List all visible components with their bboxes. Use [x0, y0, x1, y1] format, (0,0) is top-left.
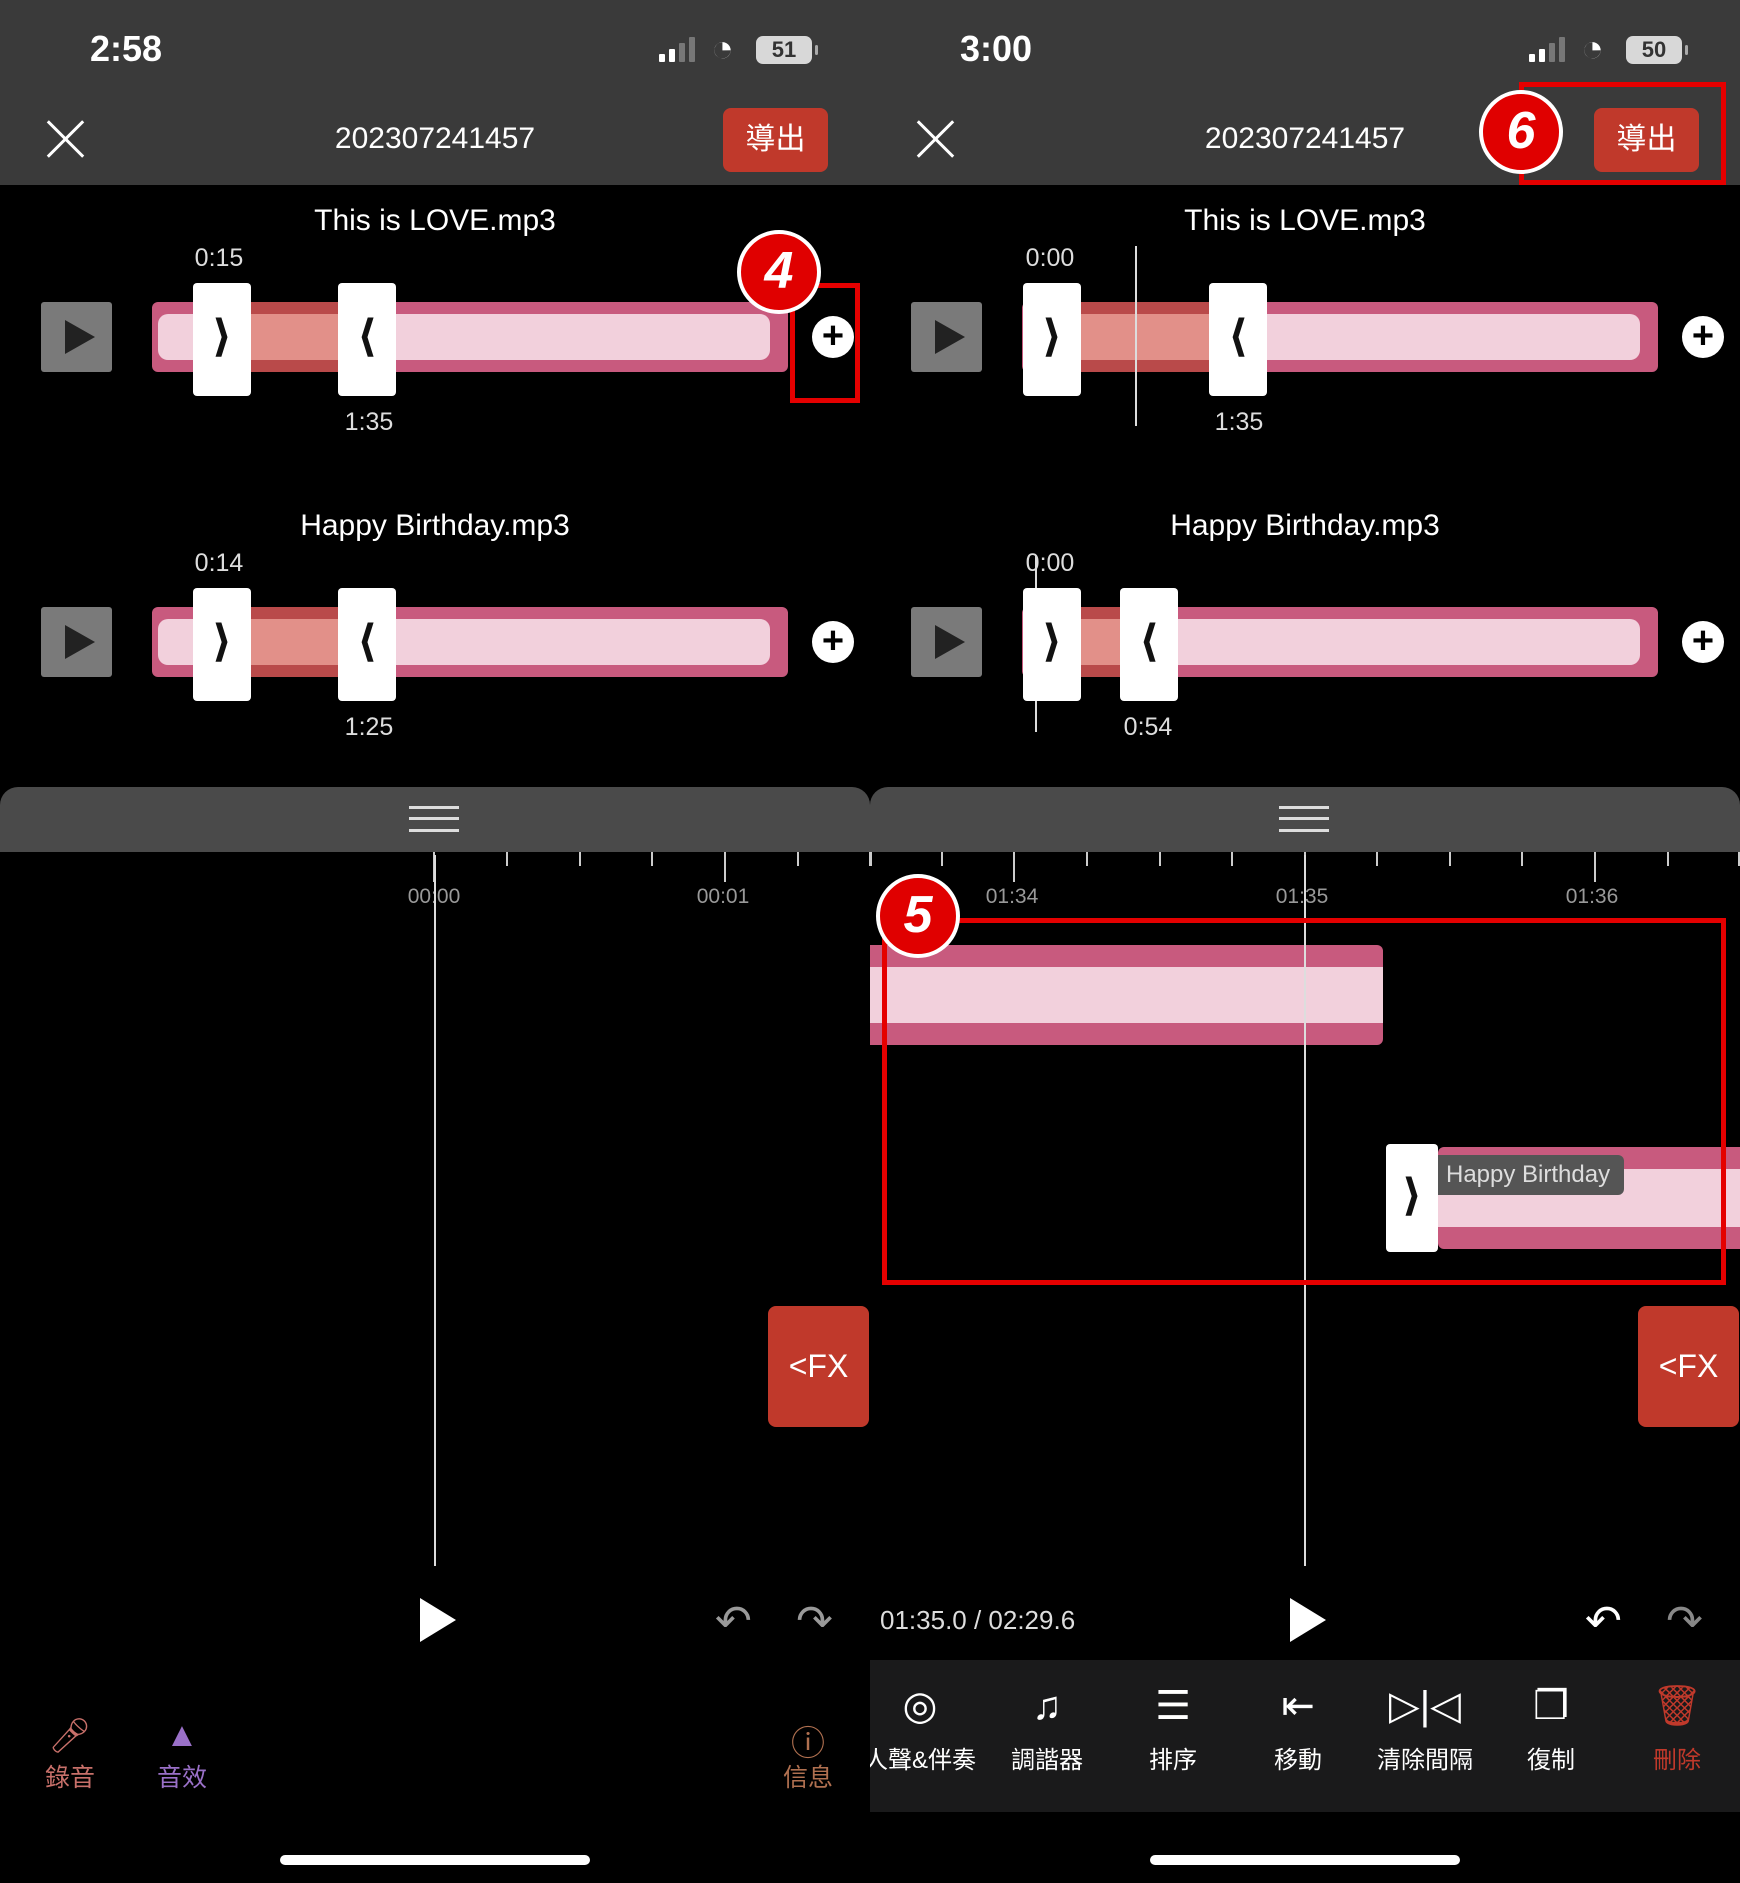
track-title: This is LOVE.mp3 — [314, 204, 556, 237]
tool-tuner[interactable]: ♫ 調諧器 — [982, 1680, 1112, 1775]
trim-end-handle[interactable]: ⟨ — [338, 588, 396, 701]
trim-end-handle[interactable]: ⟨ — [1209, 283, 1267, 396]
track-start-time: 0:00 — [1025, 244, 1075, 272]
ruler-label: 00:01 — [696, 885, 750, 908]
vocal-disc-icon: ◎ — [902, 1684, 938, 1728]
playhead[interactable] — [434, 855, 436, 1566]
track-title: Happy Birthday.mp3 — [1170, 509, 1440, 542]
track-end-time: 1:35 — [1214, 408, 1264, 436]
add-track-button[interactable]: + — [812, 621, 854, 663]
ruler-label: 01:34 — [985, 885, 1039, 908]
trim-end-handle[interactable]: ⟨ — [338, 283, 396, 396]
copy-icon: ❐ — [1533, 1684, 1569, 1728]
track-play-button[interactable] — [911, 302, 982, 372]
play-button[interactable] — [420, 1598, 456, 1642]
trim-end-handle[interactable]: ⟨ — [1120, 588, 1178, 701]
trim-start-handle[interactable]: ⟩ — [193, 588, 251, 701]
home-indicator — [280, 1855, 590, 1865]
track-start-time: 0:15 — [194, 244, 244, 272]
trim-start-handle[interactable]: ⟩ — [1023, 588, 1081, 701]
redo-icon[interactable]: ↷ — [796, 1596, 833, 1647]
fx-button[interactable]: <FX — [1638, 1306, 1739, 1427]
trim-start-handle[interactable]: ⟩ — [1023, 283, 1081, 396]
track-end-time: 1:35 — [344, 408, 394, 436]
add-track-button[interactable]: + — [1682, 316, 1724, 358]
playback-position: 01:35.0 / 02:29.6 — [880, 1605, 1076, 1635]
battery-icon: 51 — [756, 36, 818, 64]
tool-remove-gap[interactable]: ▷|◁ 清除間隔 — [1360, 1680, 1490, 1775]
tool-vocal-accompaniment[interactable]: ◎ 人聲&伴奏 — [870, 1680, 985, 1775]
numbered-list-icon: ☰ — [1155, 1684, 1191, 1728]
tool-delete[interactable]: 🗑︎ 刪除 — [1612, 1680, 1740, 1775]
fx-button[interactable]: <FX — [768, 1306, 869, 1427]
tab-info[interactable]: ⓘ 信息 — [783, 1716, 833, 1794]
microphone-icon: 🎤︎ — [48, 1717, 92, 1755]
status-time: 2:58 — [90, 28, 163, 69]
flame-icon: ▲ — [165, 1716, 199, 1754]
menu-lines-icon[interactable] — [1279, 806, 1329, 832]
tool-sort[interactable]: ☰ 排序 — [1108, 1680, 1238, 1775]
step-badge: 4 — [737, 230, 821, 314]
highlight-box — [882, 918, 1726, 1285]
step-badge: 5 — [876, 874, 960, 958]
track-play-button[interactable] — [911, 607, 982, 677]
track-title: Happy Birthday.mp3 — [300, 509, 570, 542]
home-indicator — [1150, 1855, 1460, 1865]
music-notes-icon: ♫ — [1032, 1684, 1062, 1728]
right-screen: 3:00 ◔ 50 202307241457 導出 This is LOVE.m… — [870, 0, 1740, 1883]
tool-copy[interactable]: ❐ 復制 — [1486, 1680, 1616, 1775]
track-end-time: 1:25 — [344, 713, 394, 741]
play-button[interactable] — [1290, 1598, 1326, 1642]
track-start-time: 0:00 — [1025, 549, 1075, 577]
track-play-button[interactable] — [41, 302, 112, 372]
track-start-time: 0:14 — [194, 549, 244, 577]
status-time: 3:00 — [960, 28, 1033, 69]
undo-icon[interactable]: ↶ — [1585, 1596, 1622, 1647]
track-play-button[interactable] — [41, 607, 112, 677]
trash-icon: 🗑︎ — [1651, 1684, 1703, 1728]
info-icon: ⓘ — [790, 1725, 825, 1763]
track-title: This is LOVE.mp3 — [1184, 204, 1426, 237]
track-end-time: 0:54 — [1123, 713, 1173, 741]
remove-gap-icon: ▷|◁ — [1389, 1684, 1461, 1728]
menu-lines-icon[interactable] — [409, 806, 459, 832]
left-screen: 2:58 ◔ 51 202307241457 導出 This is LOVE.m… — [0, 0, 870, 1883]
tool-move[interactable]: ⇤ 移動 — [1233, 1680, 1363, 1775]
export-button[interactable]: 導出 — [723, 108, 828, 172]
trim-start-handle[interactable]: ⟩ — [193, 283, 251, 396]
step-badge: 6 — [1479, 90, 1563, 174]
redo-icon[interactable]: ↷ — [1666, 1596, 1703, 1647]
ruler-label: 01:36 — [1565, 885, 1619, 908]
move-left-icon: ⇤ — [1281, 1684, 1315, 1728]
ruler-label: 01:35 — [1275, 885, 1329, 908]
wifi-icon: ◔ — [1581, 28, 1604, 70]
add-track-button[interactable]: + — [1682, 621, 1724, 663]
tab-sound-effects[interactable]: ▲ 音效 — [157, 1716, 207, 1794]
signal-icon — [659, 36, 695, 62]
signal-icon — [1529, 36, 1565, 62]
wifi-icon: ◔ — [711, 28, 734, 70]
tab-record[interactable]: 🎤︎ 錄音 — [45, 1716, 95, 1794]
track-playhead — [1135, 246, 1137, 426]
undo-icon[interactable]: ↶ — [715, 1596, 752, 1647]
battery-icon: 50 — [1626, 36, 1688, 64]
